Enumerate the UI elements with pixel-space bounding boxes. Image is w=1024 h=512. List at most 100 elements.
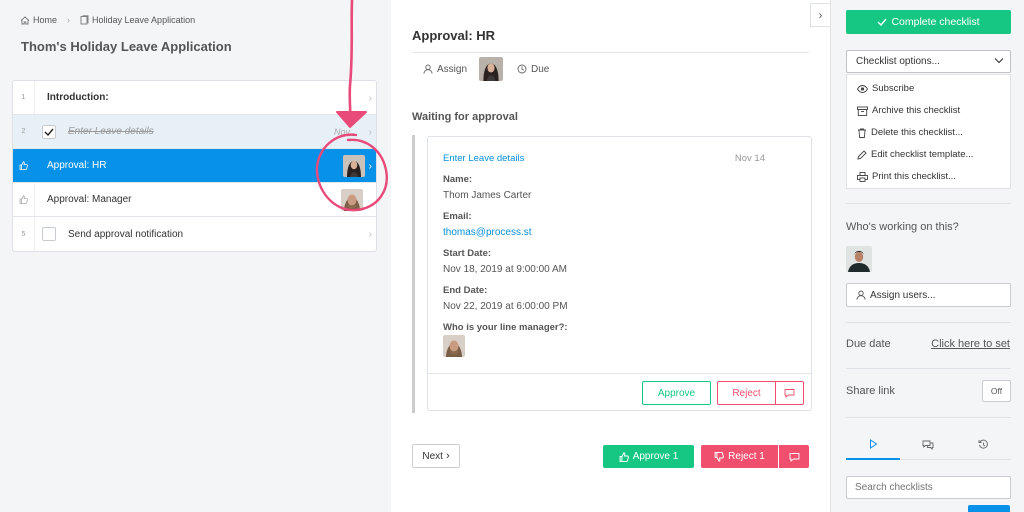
task-date: Nov 14 [734, 153, 765, 164]
approval-toolbar: Assign Due [423, 57, 549, 81]
approval-title: Approval: HR [412, 28, 496, 43]
divider [846, 322, 1011, 323]
tab-activity[interactable] [846, 430, 900, 460]
chat-icon [922, 440, 934, 450]
complete-label: Complete checklist [891, 16, 980, 28]
task-label: Send approval notification [68, 228, 184, 240]
field-value-email[interactable]: thomas@process.st [443, 227, 532, 238]
checklist-options-menu: Subscribe Archive this checklist Delete … [846, 74, 1011, 189]
bottom-action-button[interactable] [968, 505, 1010, 512]
divider [428, 373, 811, 374]
complete-checklist-button[interactable]: Complete checklist [846, 10, 1011, 34]
breadcrumb-separator: › [67, 15, 71, 25]
working-heading: Who's working on this? [846, 221, 959, 233]
task-label: Enter Leave details [68, 126, 154, 137]
right-sidebar: › Complete checklist Checklist options..… [810, 0, 1024, 512]
home-icon [20, 15, 30, 25]
task-link[interactable]: Enter Leave details [443, 153, 524, 164]
menu-label: Archive this checklist [872, 105, 961, 116]
chevron-right-icon: › [818, 8, 823, 22]
trash-icon [857, 128, 871, 138]
print-icon [857, 171, 872, 182]
approval-panel: Approval: HR Assign Due Waiting for appr… [391, 0, 829, 512]
breadcrumb-current[interactable]: Holiday Leave Application [92, 15, 195, 25]
menu-label: Delete this checklist... [871, 127, 963, 138]
menu-item-delete[interactable]: Delete this checklist... [857, 127, 963, 138]
reject-comment-button[interactable] [775, 381, 804, 405]
task-checkbox[interactable] [42, 227, 56, 241]
divider [846, 203, 1011, 204]
thumbs-up-icon [619, 451, 629, 462]
assign-button[interactable]: Assign [423, 64, 467, 75]
menu-item-archive[interactable]: Archive this checklist [857, 105, 960, 116]
checklist-options-dropdown[interactable]: Checklist options... [846, 50, 1011, 73]
user-icon [423, 64, 433, 74]
assign-users-button[interactable]: Assign users... [846, 283, 1011, 307]
user-icon [856, 290, 866, 300]
chevron-down-icon [994, 57, 1004, 64]
task-label: Introduction: [47, 92, 109, 103]
reject-button[interactable]: Reject [717, 381, 776, 405]
task-label: Approval: HR [47, 160, 107, 171]
next-button[interactable]: Next › [412, 444, 460, 468]
history-icon [978, 439, 989, 450]
breadcrumb: Home › Holiday Leave Application [20, 15, 195, 25]
due-button[interactable]: Due [517, 64, 549, 75]
assign-label: Assign [437, 63, 468, 75]
approve-button[interactable]: Approve [642, 381, 711, 405]
dropdown-label: Checklist options... [856, 56, 940, 67]
approval-card: Enter Leave details Nov 14 Name: Thom Ja… [427, 136, 812, 411]
field-label: Email: [443, 211, 472, 222]
manager-avatar [443, 335, 465, 357]
due-date-label: Due date [846, 338, 891, 350]
annotation-arrow [315, 0, 388, 212]
archive-icon [857, 106, 872, 116]
task-number: 1 [13, 81, 35, 114]
task-checkbox[interactable] [42, 124, 56, 139]
eye-icon [857, 84, 872, 93]
reject-all-button[interactable]: Reject 1 [701, 445, 778, 468]
collapse-sidebar-button[interactable]: › [810, 3, 830, 27]
thumbs-up-icon [13, 149, 35, 182]
approval-section: Enter Leave details Nov 14 Name: Thom Ja… [412, 135, 812, 413]
tab-history[interactable] [956, 430, 1011, 460]
thumbs-down-icon [714, 451, 725, 462]
chevron-right-icon: › [368, 229, 372, 240]
task-number: 5 [13, 217, 35, 251]
due-label: Due [531, 63, 550, 75]
field-value: Nov 22, 2019 at 6:00:00 PM [443, 301, 568, 312]
reject-all-label: Reject 1 [728, 451, 765, 462]
menu-label: Print this checklist... [872, 171, 956, 182]
approve-all-label: Approve 1 [632, 451, 679, 462]
menu-item-edit-template[interactable]: Edit checklist template... [857, 149, 973, 160]
comment-icon [789, 452, 800, 462]
divider [846, 368, 1011, 369]
waiting-heading: Waiting for approval [412, 111, 518, 123]
field-label: Name: [443, 174, 473, 185]
menu-label: Subscribe [872, 83, 915, 94]
assignee-avatar[interactable] [479, 57, 504, 81]
breadcrumb-home[interactable]: Home [33, 15, 57, 25]
task-row-send-approval-notification[interactable]: 5 Send approval notification › [13, 217, 376, 251]
tab-comments[interactable] [900, 430, 956, 460]
due-date-link[interactable]: Click here to set [931, 338, 1010, 350]
field-label: Start Date: [443, 248, 492, 259]
share-link-toggle[interactable]: Off [982, 380, 1011, 402]
reject-all-comment-button[interactable] [779, 445, 809, 468]
search-checklists-input[interactable] [846, 476, 1011, 499]
worker-avatar[interactable] [846, 246, 872, 272]
task-label: Approval: Manager [47, 194, 132, 205]
edit-icon [857, 149, 871, 160]
share-link-label: Share link [846, 385, 895, 397]
field-label: Who is your line manager?: [443, 322, 568, 333]
menu-item-subscribe[interactable]: Subscribe [857, 83, 914, 94]
approve-all-button[interactable]: Approve 1 [603, 445, 694, 468]
task-number: 2 [13, 115, 35, 148]
menu-item-print[interactable]: Print this checklist... [857, 171, 956, 182]
next-label: Next [422, 450, 443, 462]
field-value: Thom James Carter [443, 190, 532, 201]
chevron-right-icon: › [445, 450, 450, 462]
comment-icon [784, 388, 795, 398]
field-value: Nov 18, 2019 at 9:00:00 AM [443, 264, 567, 275]
divider [846, 417, 1011, 418]
